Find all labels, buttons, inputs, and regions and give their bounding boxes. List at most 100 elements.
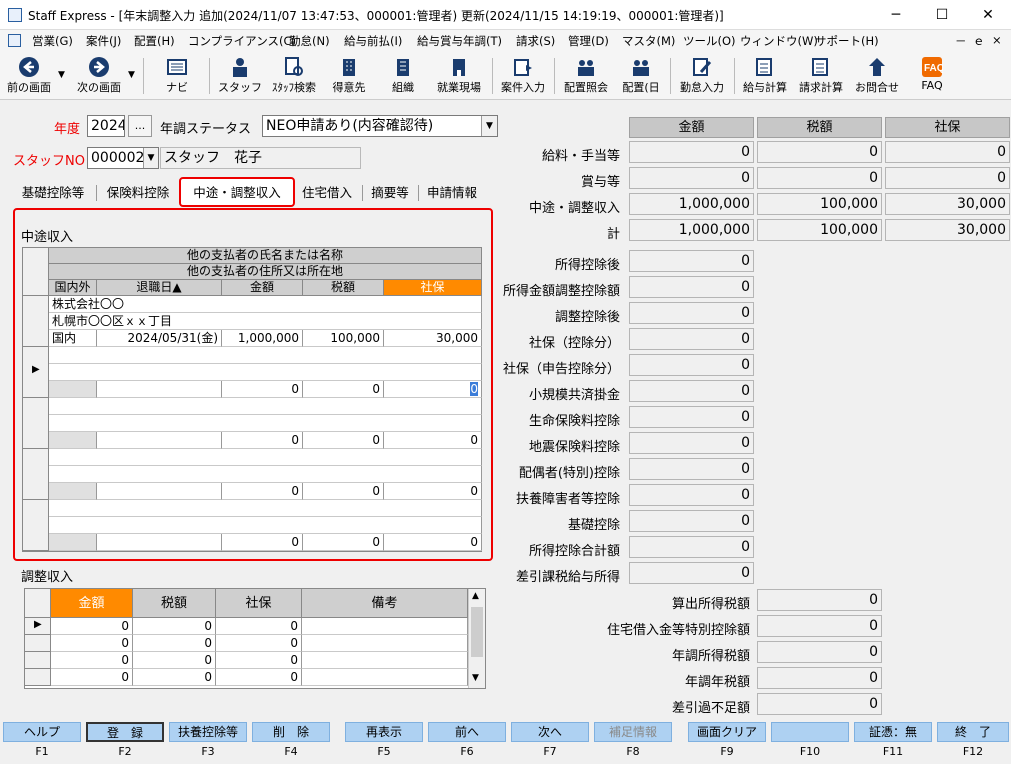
shaho-cell[interactable]: 0	[384, 432, 482, 449]
kingaku-cell[interactable]: 0	[222, 534, 303, 551]
chosei-biko-cell[interactable]	[302, 669, 468, 686]
shaho-cell[interactable]: 0	[384, 534, 482, 551]
payer-address-cell[interactable]	[49, 517, 482, 534]
toolbar-anken-button[interactable]: 案件入力	[496, 54, 550, 98]
tab-jutaku[interactable]: 住宅借入	[297, 181, 357, 205]
kokunai-cell[interactable]	[49, 381, 97, 398]
zeigaku-cell[interactable]: 0	[303, 381, 384, 398]
kokunai-cell[interactable]	[49, 534, 97, 551]
kingaku-cell[interactable]: 1,000,000	[222, 330, 303, 347]
scroll-down-icon[interactable]: ▼	[472, 673, 479, 683]
tab-kiso-kojo[interactable]: 基礎控除等	[12, 181, 94, 205]
payer-address-cell[interactable]	[49, 466, 482, 483]
row-header-current[interactable]: ▶	[25, 618, 51, 635]
chosei-kingaku-cell[interactable]: 0	[51, 669, 133, 686]
mdi-close-button[interactable]: ×	[992, 33, 1002, 47]
chosei-zeigaku-cell[interactable]: 0	[133, 669, 216, 686]
mdi-minimize-button[interactable]: －	[955, 33, 967, 49]
chosei-biko-cell[interactable]	[302, 618, 468, 635]
tab-tekiyo[interactable]: 摘要等	[365, 181, 415, 205]
kokunai-cell[interactable]: 国内	[49, 330, 97, 347]
zeigaku-cell[interactable]: 100,000	[303, 330, 384, 347]
f4-delete-button[interactable]: 削 除	[252, 722, 330, 742]
taishokubi-cell[interactable]	[97, 432, 222, 449]
chosei-biko-cell[interactable]	[302, 635, 468, 652]
col-kokunai[interactable]: 国内外	[49, 280, 97, 296]
tab-shinsei[interactable]: 申請情報	[421, 181, 483, 205]
menu-tool[interactable]: ツール(O)	[683, 33, 736, 49]
forward-dropdown-icon[interactable]: ▼	[128, 70, 135, 80]
toolbar-kyuyo-keisan-button[interactable]: 給与計算	[738, 54, 792, 98]
chosei-kingaku-cell[interactable]: 0	[51, 635, 133, 652]
col-biko[interactable]: 備考	[302, 589, 468, 618]
f12-exit-button[interactable]: 終 了	[937, 722, 1009, 742]
scroll-thumb[interactable]	[471, 607, 483, 657]
toolbar-staff-button[interactable]: スタッフ	[214, 54, 266, 98]
col-kingaku[interactable]: 金額	[51, 589, 133, 618]
chevron-down-icon[interactable]: ▼	[481, 116, 497, 136]
year-picker-button[interactable]: ...	[128, 115, 152, 137]
f11-shoho-button[interactable]: 証憑：無	[854, 722, 932, 742]
kokunai-cell[interactable]	[49, 483, 97, 500]
zeigaku-cell[interactable]: 0	[303, 534, 384, 551]
zeigaku-cell[interactable]: 0	[303, 432, 384, 449]
row-header[interactable]	[25, 669, 51, 686]
menu-kanri[interactable]: 管理(D)	[568, 33, 609, 49]
kokunai-cell[interactable]	[49, 432, 97, 449]
toolbar-tokuisaki-button[interactable]: 得意先	[324, 54, 374, 98]
toolbar-back-button[interactable]: 前の画面	[2, 54, 56, 98]
chosei-kingaku-cell[interactable]: 0	[51, 652, 133, 669]
col-taishokubi[interactable]: 退職日▲	[97, 280, 222, 296]
toolbar-staff-search-button[interactable]: ｽﾀｯﾌ検索	[266, 54, 322, 98]
row-header[interactable]	[23, 296, 49, 347]
kingaku-cell[interactable]: 0	[222, 432, 303, 449]
close-button[interactable]: ✕	[965, 0, 1011, 30]
chosei-biko-cell[interactable]	[302, 652, 468, 669]
payer-name-cell[interactable]	[49, 347, 482, 364]
f9-clear-button[interactable]: 画面クリア	[688, 722, 766, 742]
toolbar-forward-button[interactable]: 次の画面	[72, 54, 126, 98]
f8-hosoku-button[interactable]: 補足情報	[594, 722, 672, 742]
minimize-button[interactable]: ─	[873, 0, 919, 30]
menu-support[interactable]: サポート(H)	[815, 33, 879, 49]
row-header-current[interactable]: ▶	[23, 347, 49, 398]
toolbar-faq-button[interactable]: FAQ FAQ	[910, 54, 954, 98]
payer-name-cell[interactable]	[49, 500, 482, 517]
chosei-shaho-cell[interactable]: 0	[216, 652, 302, 669]
toolbar-genba-button[interactable]: 就業現場	[430, 54, 488, 98]
zeigaku-cell[interactable]: 0	[303, 483, 384, 500]
col-shaho[interactable]: 社保	[384, 280, 482, 296]
back-dropdown-icon[interactable]: ▼	[58, 70, 65, 80]
staff-no-select[interactable]: 000002 ▼	[87, 147, 159, 169]
menu-master[interactable]: マスタ(M)	[622, 33, 675, 49]
row-header[interactable]	[23, 449, 49, 500]
f3-fuyo-button[interactable]: 扶養控除等	[169, 722, 247, 742]
tab-hokenryo-kojo[interactable]: 保険料控除	[98, 181, 178, 205]
toolbar-haichi-shokai-button[interactable]: 配置照会	[558, 54, 614, 98]
shaho-cell-active[interactable]: 0	[384, 381, 482, 398]
menu-maebarai[interactable]: 給与前払(I)	[344, 33, 402, 49]
f7-next-button[interactable]: 次へ	[511, 722, 589, 742]
menu-seikyu[interactable]: 請求(S)	[516, 33, 555, 49]
toolbar-soshiki-button[interactable]: 組織	[378, 54, 428, 98]
chosei-zeigaku-cell[interactable]: 0	[133, 635, 216, 652]
toolbar-seikyu-keisan-button[interactable]: 請求計算	[794, 54, 848, 98]
year-input[interactable]: 2024	[87, 115, 125, 137]
chosei-zeigaku-cell[interactable]: 0	[133, 652, 216, 669]
menu-window[interactable]: ウィンドウ(W)	[740, 33, 818, 49]
chosei-kingaku-cell[interactable]: 0	[51, 618, 133, 635]
menu-kintai[interactable]: 勤怠(N)	[289, 33, 330, 49]
shaho-cell[interactable]: 30,000	[384, 330, 482, 347]
scroll-up-icon[interactable]: ▲	[472, 591, 479, 601]
toolbar-inquiry-button[interactable]: お問合せ	[850, 54, 904, 98]
taishokubi-cell[interactable]: 2024/05/31(金)	[97, 330, 222, 347]
payer-address-cell[interactable]	[49, 364, 482, 381]
menu-compliance[interactable]: コンプライアンス(C)	[188, 33, 296, 49]
mdi-restore-button[interactable]: ｅ	[973, 33, 985, 49]
toolbar-haichi-day-button[interactable]: 配置(日	[616, 54, 666, 98]
row-header[interactable]	[25, 652, 51, 669]
payer-address-cell[interactable]: 札幌市〇〇区ｘｘ丁目	[49, 313, 482, 330]
col-kingaku[interactable]: 金額	[222, 280, 303, 296]
payer-name-cell[interactable]: 株式会社〇〇	[49, 296, 482, 313]
col-shaho[interactable]: 社保	[216, 589, 302, 618]
